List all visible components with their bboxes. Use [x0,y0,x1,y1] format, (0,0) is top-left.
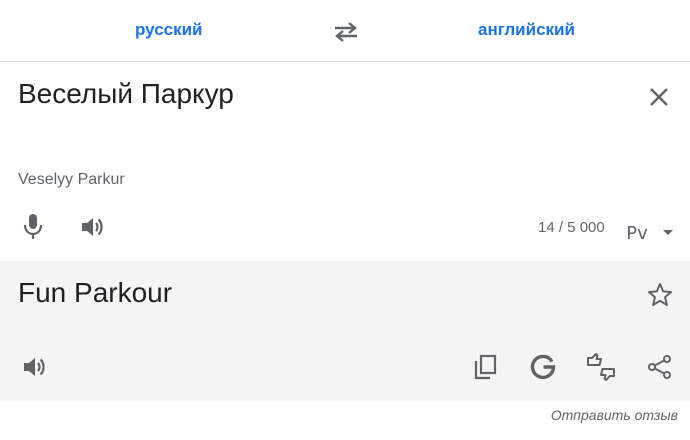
share-button[interactable] [645,352,675,382]
translation-text: Fun Parkour [18,277,173,308]
close-icon [650,88,668,106]
google-search-button[interactable] [528,352,558,382]
swap-languages-button[interactable] [330,18,362,46]
swap-arrows-icon [335,22,357,42]
save-translation-button[interactable] [644,280,676,310]
input-method-selector[interactable]: Pv [622,221,678,245]
character-counter: 14 / 5 000 [538,219,605,236]
target-language-button[interactable]: английский [478,20,575,40]
rate-translation-button[interactable] [585,352,617,382]
source-text-input[interactable]: Веселый Паркур [18,78,234,110]
star-icon [648,283,672,306]
microphone-icon [23,214,43,239]
listen-translation-button[interactable] [18,352,50,382]
speaker-icon [24,358,45,376]
keyboard-label: Pv [626,222,648,244]
send-feedback-link[interactable]: Отправить отзыв [551,407,678,423]
transliteration-text: Veselyy Parkur [18,171,125,188]
google-icon [530,354,556,380]
thumbs-feedback-icon [587,353,615,381]
clear-input-button[interactable] [644,82,674,112]
share-icon [648,355,671,379]
listen-source-button[interactable] [76,212,108,242]
source-language-button[interactable]: русский [135,20,203,40]
copy-button[interactable] [470,352,500,382]
microphone-button[interactable] [18,210,48,242]
speaker-icon [82,218,103,236]
chevron-down-icon [662,230,673,235]
copy-icon [474,354,497,380]
